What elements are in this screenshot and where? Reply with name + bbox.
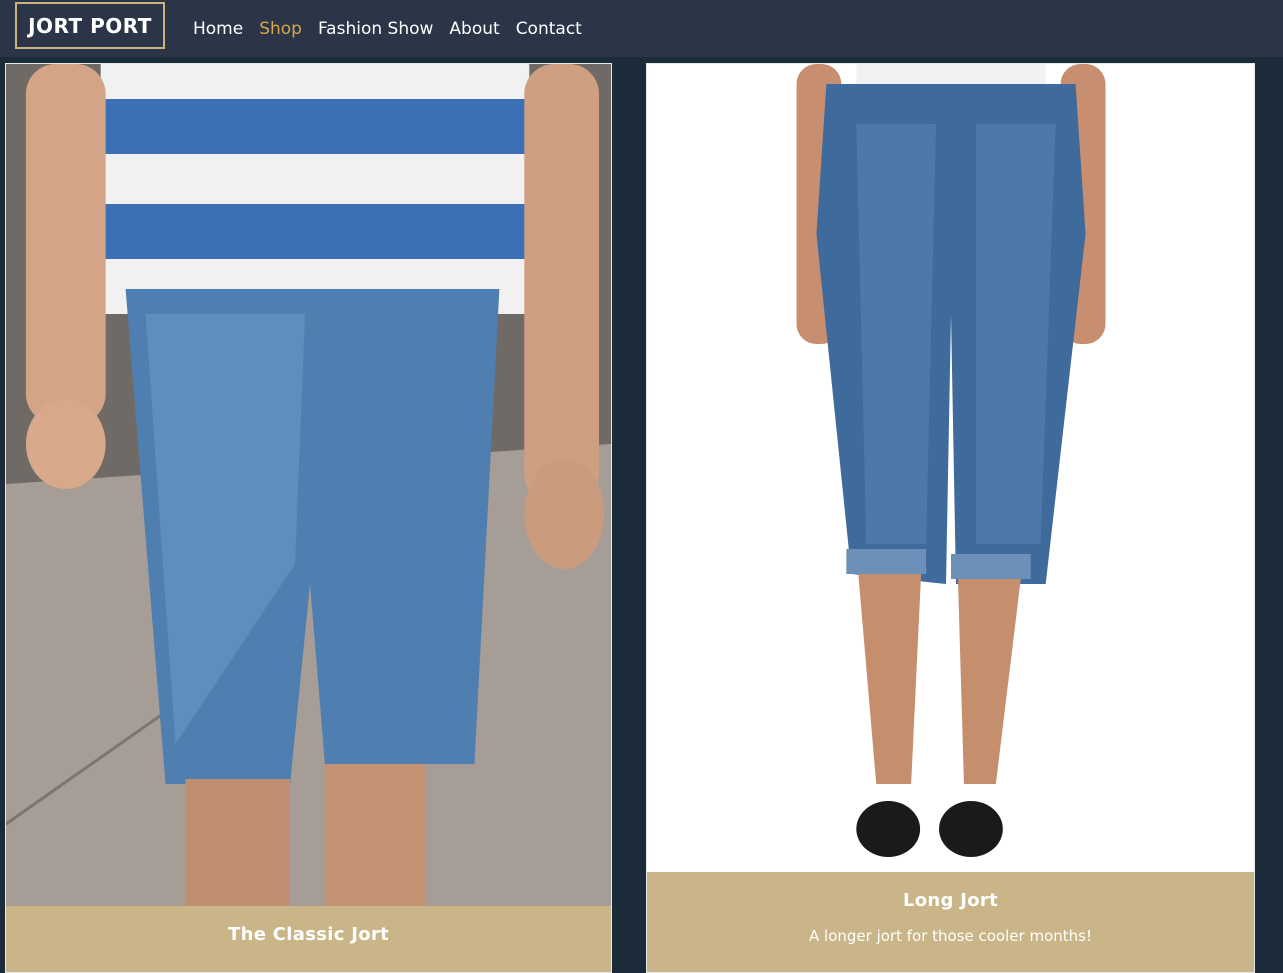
product-description: A longer jort for those cooler months! [809,927,1092,945]
card-body: Long Jort A longer jort for those cooler… [647,872,1254,972]
nav-about[interactable]: About [449,19,499,39]
product-card-classic-jort[interactable]: The Classic Jort [5,63,612,973]
brand-logo[interactable]: JORT PORT [15,2,165,49]
product-image-long-jort[interactable] [647,64,1254,872]
card-body: The Classic Jort [6,906,611,972]
nav-fashion-show[interactable]: Fashion Show [318,19,433,39]
product-image-classic-jort[interactable] [6,64,611,906]
product-title: The Classic Jort [228,924,389,945]
product-title: Long Jort [902,890,999,911]
nav-shop[interactable]: Shop [259,19,302,39]
navbar: JORT PORT Home Shop Fashion Show About C… [0,0,1283,57]
nav-home[interactable]: Home [193,19,243,39]
nav-contact[interactable]: Contact [516,19,582,39]
nav-links: Home Shop Fashion Show About Contact [193,0,598,57]
product-card-long-jort[interactable]: Long Jort A longer jort for those cooler… [646,63,1255,973]
